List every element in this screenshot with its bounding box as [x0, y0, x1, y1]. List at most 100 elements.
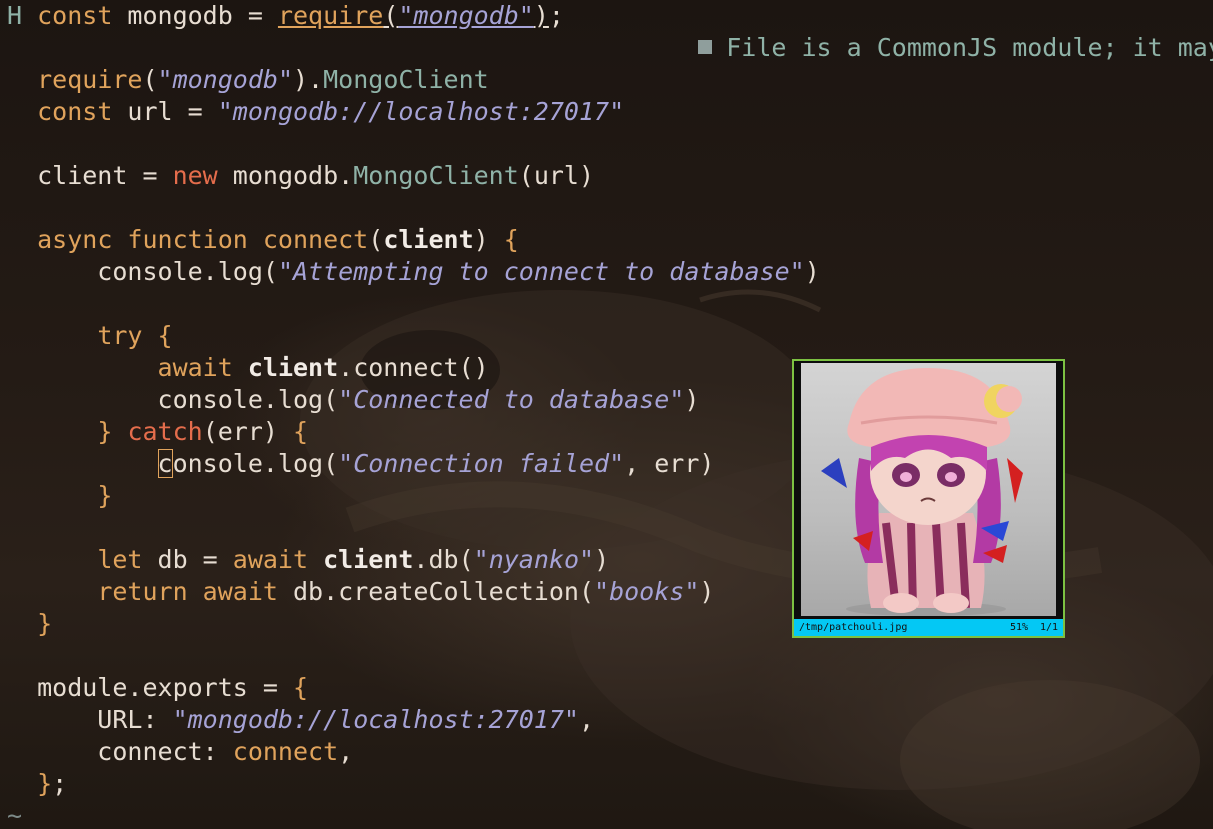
- code-token: , err): [624, 449, 715, 478]
- code-token: .db(: [413, 545, 474, 574]
- code-token: ).: [293, 65, 324, 94]
- code-token: "Connection failed": [338, 449, 625, 478]
- diagnostic-square-icon: [698, 40, 713, 54]
- code-token: new: [172, 161, 218, 190]
- code-token: client: [383, 225, 474, 254]
- code-token: MongoClient: [353, 161, 519, 190]
- code-token: client: [323, 545, 414, 574]
- code-token: "mongodb": [157, 65, 293, 94]
- diagnostic-message: File is a CommonJS module; it may be: [638, 0, 1213, 62]
- code-token: MongoClient: [323, 65, 489, 94]
- code-line[interactable]: }: [7, 608, 52, 640]
- code-token: "mongodb://localhost:27017": [172, 705, 579, 734]
- code-token: }: [37, 609, 53, 638]
- plush-doll-drawing: [821, 368, 1023, 616]
- code-token: (url): [518, 161, 595, 190]
- code-token: connect:: [7, 737, 233, 766]
- code-token: (: [383, 1, 399, 30]
- code-line[interactable]: const url = "mongodb://localhost:27017": [7, 96, 624, 128]
- code-token: console.log(: [7, 385, 339, 414]
- code-line[interactable]: } catch(err) {: [7, 416, 308, 448]
- code-line[interactable]: await client.connect(): [7, 352, 489, 384]
- code-token: await: [232, 545, 309, 574]
- code-token: try {: [97, 321, 173, 350]
- plush-doll-image: [801, 363, 1056, 616]
- code-token: return await: [97, 577, 278, 606]
- code-line[interactable]: URL: "mongodb://localhost:27017",: [7, 704, 594, 736]
- code-line[interactable]: client = new mongodb.MongoClient(url): [7, 160, 594, 192]
- code-token: "Connected to database": [338, 385, 685, 414]
- code-token: {: [293, 417, 309, 446]
- image-status-bar: /tmp/patchouli.jpg 51% 1/1: [794, 619, 1063, 636]
- end-of-buffer-tilde: ~: [7, 801, 23, 829]
- code-line[interactable]: console.log("Connection failed", err): [7, 448, 714, 480]
- code-token: catch: [127, 417, 203, 446]
- code-line[interactable]: let db = await client.db("nyanko"): [7, 544, 609, 576]
- code-token: url =: [112, 97, 218, 126]
- code-token: client: [247, 353, 339, 382]
- code-token: onsole.log(: [172, 449, 339, 478]
- code-line[interactable]: require("mongodb").MongoClient: [7, 64, 489, 96]
- text-cursor: c: [157, 449, 173, 478]
- code-token: require: [37, 65, 143, 94]
- code-line[interactable]: module.exports = {: [7, 672, 308, 704]
- code-token: "mongodb": [398, 1, 534, 30]
- code-line[interactable]: console.log("Connected to database"): [7, 384, 700, 416]
- code-token: client =: [7, 161, 173, 190]
- code-line[interactable]: connect: connect,: [7, 736, 353, 768]
- code-token: async function connect: [37, 225, 369, 254]
- image-zoom-level: 51%: [1010, 622, 1029, 633]
- terminal-window: H const mongodb = require("mongodb"); re…: [0, 0, 1213, 829]
- code-token: require: [277, 1, 384, 30]
- code-token: const: [37, 97, 113, 126]
- code-token: console.log(: [7, 257, 278, 286]
- code-token: ): [684, 385, 700, 414]
- code-token: ): [699, 577, 715, 606]
- code-token: }: [97, 417, 113, 446]
- code-line[interactable]: return await db.createCollection("books"…: [7, 576, 714, 608]
- code-line[interactable]: H const mongodb = require("mongodb");: [7, 0, 564, 32]
- code-token: "nyanko": [473, 545, 595, 574]
- image-count: 1/1: [1040, 622, 1059, 633]
- code-token: "Attempting to connect to database": [277, 257, 805, 286]
- code-token: (: [368, 225, 384, 254]
- code-token: ,: [578, 705, 595, 734]
- image-preview-window[interactable]: /tmp/patchouli.jpg 51% 1/1: [792, 359, 1065, 638]
- code-token: await: [157, 353, 233, 382]
- code-token: mongodb =: [112, 1, 278, 30]
- code-token: (err): [202, 417, 294, 446]
- code-token: let: [97, 545, 143, 574]
- code-token: {: [503, 225, 519, 254]
- code-token: ): [473, 225, 504, 254]
- code-token: ): [594, 545, 610, 574]
- code-token: }: [97, 481, 113, 510]
- code-token: }: [37, 769, 53, 798]
- code-line[interactable]: async function connect(client) {: [7, 224, 519, 256]
- code-line[interactable]: }: [7, 480, 112, 512]
- code-token: mongodb.: [217, 161, 354, 190]
- code-token: ;: [548, 1, 564, 30]
- code-token: .connect(): [338, 353, 489, 382]
- code-line[interactable]: console.log("Attempting to connect to da…: [7, 256, 820, 288]
- code-token: (: [142, 65, 158, 94]
- code-line[interactable]: };: [7, 768, 67, 800]
- code-line[interactable]: try {: [7, 320, 173, 352]
- code-token: "books": [594, 577, 700, 606]
- code-token: ): [533, 1, 549, 30]
- code-token: const: [37, 1, 113, 30]
- image-path: /tmp/patchouli.jpg: [799, 622, 908, 633]
- code-token: connect: [232, 737, 339, 766]
- code-token: "mongodb://localhost:27017": [217, 97, 625, 126]
